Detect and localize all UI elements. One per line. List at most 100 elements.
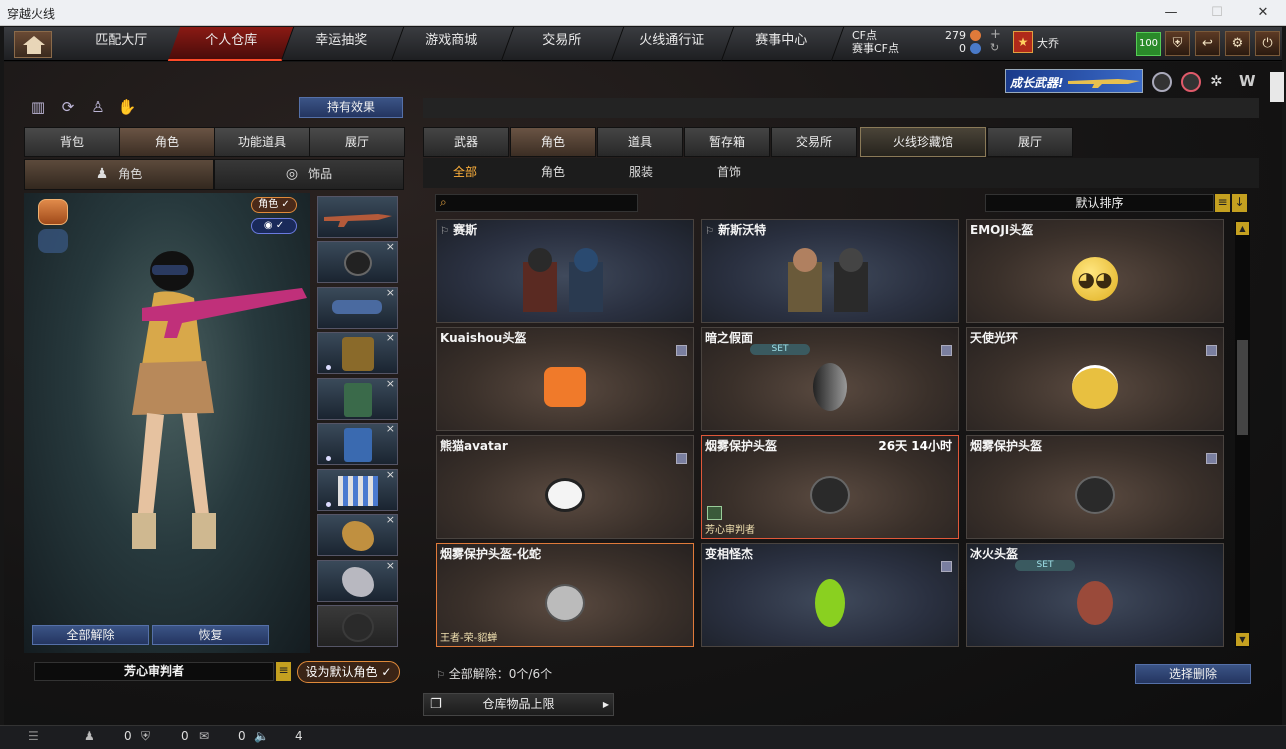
return-icon[interactable]: ↩ — [1195, 31, 1220, 56]
character-name-field[interactable]: 芳心审判者 — [34, 662, 274, 681]
scroll-thumb — [1237, 340, 1248, 435]
slot-gloves[interactable]: × — [317, 468, 398, 511]
search-input[interactable]: ⌕ — [435, 194, 638, 212]
shield-icon[interactable]: ⛨ — [1165, 31, 1190, 56]
item-card[interactable]: Kuaishou头盔 — [436, 327, 694, 431]
orange-helmet-icon — [544, 367, 586, 408]
item-card[interactable]: 烟雾保护头盔 26天 14小时 芳心审判者 — [701, 435, 959, 539]
slot-backpack[interactable]: × — [317, 422, 398, 465]
promo-banner[interactable]: 成长武器! — [1005, 69, 1143, 93]
ring-icon: ◎ — [285, 166, 299, 182]
scroll-down-icon: ▼ — [1236, 633, 1249, 646]
right-tab-collection[interactable]: 火线珍藏馆 — [860, 127, 986, 157]
nav-tab-pass[interactable]: 火线通行证 — [607, 27, 735, 61]
nav-tab-events[interactable]: 赛事中心 — [717, 27, 845, 61]
item-card[interactable]: EMOJI头盔 ◕◕ — [966, 219, 1224, 323]
badge-icon-1[interactable] — [1152, 72, 1172, 92]
smoke-helmet-icon — [810, 476, 850, 515]
characters-pair-icon — [788, 248, 868, 313]
item-card[interactable]: ⚐ 新斯沃特 — [701, 219, 959, 323]
hand-gesture-icon[interactable] — [38, 199, 68, 225]
list-view-icon[interactable]: ≡ — [1215, 194, 1230, 212]
left-tab-tools[interactable]: 功能道具 — [214, 127, 310, 157]
left-tab-role[interactable]: 角色 — [119, 127, 215, 157]
hand-icon[interactable]: ✋ — [117, 97, 137, 117]
subtab-accessory[interactable]: ◎ 饰品 — [214, 159, 404, 190]
storage-limit-button[interactable]: ❐ 仓库物品上限 ▶ — [423, 693, 614, 716]
rank-icon: ★ — [1013, 31, 1033, 53]
emote-icon[interactable] — [38, 229, 68, 253]
slot-armor[interactable]: × — [317, 331, 398, 374]
item-card[interactable]: ⚐ 赛斯 — [436, 219, 694, 323]
character-preview[interactable]: 角色 ✓ ◉ ✓ — [24, 193, 310, 653]
item-card[interactable]: 烟雾保护头盔-化蛇 王者-荣-貂蝉 — [436, 543, 694, 647]
slot-goggles[interactable]: × — [317, 286, 398, 329]
slot-pendant-silver[interactable]: × — [317, 559, 398, 602]
nav-tab-lobby[interactable]: 匹配大厅 — [57, 27, 185, 61]
sort-direction-icon[interactable]: ↓ — [1232, 194, 1247, 212]
person-edit-icon[interactable]: ♙ — [88, 97, 108, 117]
nav-tab-lottery[interactable]: 幸运抽奖 — [277, 27, 405, 61]
nav-tab-warehouse[interactable]: 个人仓库 — [167, 27, 295, 61]
nav-tab-exchange[interactable]: 交易所 — [497, 27, 625, 61]
add-cf-icon[interactable]: + — [990, 28, 1001, 42]
right-tab-weapon[interactable]: 武器 — [423, 127, 509, 157]
gear-icon[interactable]: ⚙ — [1225, 31, 1250, 56]
item-card[interactable]: 烟雾保护头盔 — [966, 435, 1224, 539]
right-tab-hall[interactable]: 展厅 — [987, 127, 1073, 157]
item-card[interactable]: 冰火头盔 SET — [966, 543, 1224, 647]
set-default-button[interactable]: 设为默认角色 ✓ — [297, 661, 400, 683]
dragon-silver-icon — [342, 567, 374, 597]
minimize-button[interactable]: — — [1148, 0, 1194, 26]
item-card[interactable]: 天使光环 — [966, 327, 1224, 431]
item-card[interactable]: 熊猫avatar — [436, 435, 694, 539]
select-delete-button[interactable]: 选择删除 — [1135, 664, 1251, 684]
filter-all[interactable]: 全部 — [453, 163, 477, 180]
nav-tab-shop[interactable]: 游戏商城 — [387, 27, 515, 61]
slot-vest[interactable]: × — [317, 377, 398, 420]
right-tab-exchange[interactable]: 交易所 — [771, 127, 857, 157]
item-card[interactable]: 暗之假面 SET — [701, 327, 959, 431]
volume-value: 4 — [295, 729, 303, 743]
unequip-all-button[interactable]: 全部解除 — [32, 625, 149, 645]
right-tab-storage[interactable]: 暂存箱 — [684, 127, 770, 157]
item-scrollbar[interactable]: ▲ ▼ — [1235, 220, 1250, 648]
filter-clothing[interactable]: 服装 — [629, 163, 653, 180]
remove-icon: × — [385, 559, 395, 572]
slot-weapon[interactable] — [317, 196, 398, 238]
hold-effect-button[interactable]: 持有效果 — [299, 97, 403, 118]
right-tab-role[interactable]: 角色 — [510, 127, 596, 157]
item-card[interactable]: 变相怪杰 — [701, 543, 959, 647]
search-icon: ⌕ — [440, 195, 447, 209]
w-logo-icon[interactable]: W — [1239, 72, 1261, 92]
target-icon[interactable] — [1181, 72, 1201, 92]
left-tab-hall[interactable]: 展厅 — [309, 127, 405, 157]
window-titlebar: 穿越火线 — ☐ ✕ — [0, 0, 1286, 26]
building-icon[interactable]: ▥ — [28, 97, 48, 117]
cycle-icon[interactable]: ⟳ — [58, 97, 78, 117]
clan-shield-icon: ⛨ — [141, 729, 151, 743]
cf-label: CF点 — [852, 29, 878, 42]
home-icon[interactable] — [14, 31, 52, 58]
slot-pendant-gold[interactable]: × — [317, 513, 398, 556]
refresh-icon[interactable]: ↻ — [990, 41, 999, 55]
role-badge[interactable]: 角色 ✓ — [251, 197, 297, 213]
wings-icon[interactable]: ✲ — [1210, 72, 1230, 92]
character-model — [132, 251, 307, 549]
filter-jewelry[interactable]: 首饰 — [717, 163, 741, 180]
maximize-button[interactable]: ☐ — [1194, 0, 1240, 26]
slot-helmet[interactable]: × — [317, 240, 398, 283]
close-button[interactable]: ✕ — [1240, 0, 1286, 26]
subtab-role[interactable]: ♟ 角色 — [24, 159, 214, 190]
slot-empty[interactable] — [317, 605, 398, 647]
power-icon[interactable]: ⏻ — [1255, 31, 1280, 56]
visibility-badge[interactable]: ◉ ✓ — [251, 218, 297, 234]
restore-button[interactable]: 恢复 — [152, 625, 269, 645]
left-tab-backpack[interactable]: 背包 — [24, 127, 120, 157]
right-tab-items[interactable]: 道具 — [597, 127, 683, 157]
filter-role[interactable]: 角色 — [541, 163, 565, 180]
sort-select[interactable]: 默认排序 — [985, 194, 1214, 212]
angel-halo-icon — [1072, 365, 1118, 410]
list-icon[interactable]: ≡ — [276, 662, 291, 681]
lock-icon — [941, 345, 952, 356]
